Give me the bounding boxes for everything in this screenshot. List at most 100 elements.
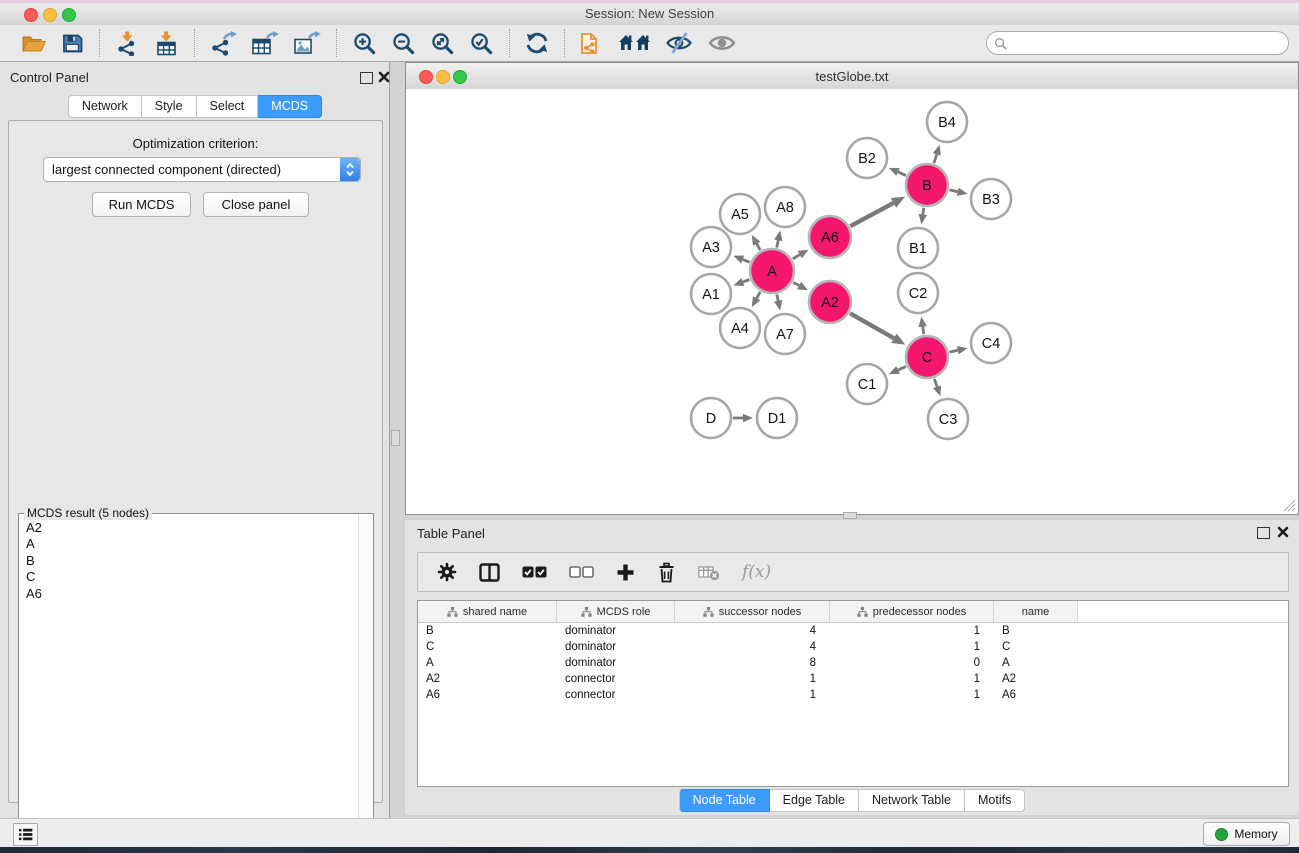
table-cell[interactable]: connector <box>557 687 675 703</box>
table-cell[interactable]: 1 <box>830 687 994 703</box>
network-window-titlebar[interactable]: testGlobe.txt <box>406 63 1298 90</box>
graph-edge-C-C2[interactable] <box>923 327 924 335</box>
delete-icon[interactable] <box>657 562 676 583</box>
column-header-successor-nodes[interactable]: successor nodes <box>675 601 830 622</box>
table-row[interactable]: A2connector11A2 <box>418 671 1288 687</box>
table-cell[interactable]: 4 <box>675 639 830 655</box>
table-cell[interactable]: A2 <box>994 671 1078 687</box>
table-cell[interactable]: 0 <box>830 655 994 671</box>
graph-node-A5[interactable]: A5 <box>720 194 760 234</box>
zoom-out-icon[interactable] <box>391 31 416 56</box>
graph-node-D[interactable]: D <box>691 398 731 438</box>
network-canvas[interactable]: B4B2BB3A5A8A6A3B1AA1C2A2A4A7C4CC1C3DD1 <box>406 89 1298 514</box>
graph-edge-A-A2[interactable] <box>793 282 799 285</box>
table-cell[interactable]: A6 <box>994 687 1078 703</box>
graph-node-D1[interactable]: D1 <box>757 398 797 438</box>
table-cell[interactable]: dominator <box>557 655 675 671</box>
search-field[interactable] <box>986 31 1289 55</box>
import-network-icon[interactable] <box>115 31 140 56</box>
table-settings-icon[interactable] <box>437 562 457 582</box>
graph-node-A6[interactable]: A6 <box>809 216 851 258</box>
graph-node-B2[interactable]: B2 <box>847 138 887 178</box>
table-cell[interactable]: B <box>994 623 1078 639</box>
graph-node-A7[interactable]: A7 <box>765 314 805 354</box>
graph-node-A3[interactable]: A3 <box>691 227 731 267</box>
tab-mcds[interactable]: MCDS <box>258 95 322 118</box>
graph-edge-C-C1[interactable] <box>898 366 906 370</box>
result-item[interactable]: B <box>26 553 359 569</box>
close-panel-icon[interactable] <box>378 71 390 83</box>
table-cell[interactable]: dominator <box>557 623 675 639</box>
function-builder-icon[interactable]: f(x) <box>742 562 771 582</box>
window-titlebar[interactable]: Session: New Session <box>0 3 1299 26</box>
graph-node-A8[interactable]: A8 <box>765 187 805 227</box>
show-column-icon[interactable] <box>479 563 500 582</box>
zoom-selected-region-icon[interactable] <box>469 31 494 56</box>
table-row[interactable]: Adominator80A <box>418 655 1288 671</box>
refresh-network-view-icon[interactable] <box>525 31 549 55</box>
memory-button[interactable]: Memory <box>1203 822 1290 846</box>
search-input[interactable] <box>1011 34 1288 52</box>
graph-edge-B-B1[interactable] <box>923 208 924 215</box>
export-network-icon[interactable] <box>210 31 237 56</box>
horizontal-divider-handle[interactable] <box>843 512 857 519</box>
delete-table-icon[interactable] <box>698 563 720 581</box>
graph-edge-A-A5[interactable] <box>757 244 761 250</box>
column-header-predecessor-nodes[interactable]: predecessor nodes <box>830 601 994 622</box>
create-network-from-file-icon[interactable] <box>580 30 604 57</box>
column-header-mcds-role[interactable]: MCDS role <box>557 601 675 622</box>
tab-motifs[interactable]: Motifs <box>965 789 1025 812</box>
graph-edge-B-B3[interactable] <box>949 190 957 192</box>
result-item[interactable]: A6 <box>26 586 359 602</box>
tab-select[interactable]: Select <box>197 95 259 118</box>
tab-node-table[interactable]: Node Table <box>679 789 770 812</box>
deselect-all-icon[interactable] <box>569 566 594 578</box>
graph-edge-C-C3[interactable] <box>934 379 937 387</box>
table-cell[interactable]: A6 <box>418 687 557 703</box>
graph-node-B3[interactable]: B3 <box>971 179 1011 219</box>
graph-edge-B-B2[interactable] <box>898 172 906 176</box>
table-cell[interactable]: 1 <box>675 687 830 703</box>
table-row[interactable]: Bdominator41B <box>418 623 1288 639</box>
table-row[interactable]: Cdominator41C <box>418 639 1288 655</box>
table-cell[interactable]: connector <box>557 671 675 687</box>
save-session-icon[interactable] <box>61 32 84 55</box>
graph-edge-A-A6[interactable] <box>793 255 800 259</box>
select-all-icon[interactable] <box>522 566 547 578</box>
table-cell[interactable]: dominator <box>557 639 675 655</box>
tab-network-table[interactable]: Network Table <box>859 789 965 812</box>
graph-edge-A-A3[interactable] <box>743 259 750 262</box>
graph-node-A2[interactable]: A2 <box>809 281 851 323</box>
graph-edge-A6-B[interactable] <box>850 203 893 226</box>
add-row-icon[interactable] <box>616 563 635 582</box>
export-table-icon[interactable] <box>251 31 279 56</box>
table-cell[interactable]: 1 <box>830 639 994 655</box>
table-cell[interactable]: A2 <box>418 671 557 687</box>
zoom-in-icon[interactable] <box>352 31 377 56</box>
task-history-button[interactable] <box>13 823 38 846</box>
open-file-icon[interactable] <box>21 32 47 55</box>
table-cell[interactable]: A <box>418 655 557 671</box>
float-table-panel-icon[interactable] <box>1257 527 1270 539</box>
show-graphics-details-icon[interactable] <box>707 31 737 55</box>
graph-edge-A-A1[interactable] <box>743 279 750 282</box>
column-header-name[interactable]: name <box>994 601 1078 622</box>
graph-node-C4[interactable]: C4 <box>971 323 1011 363</box>
graph-node-B4[interactable]: B4 <box>927 102 967 142</box>
graph-edge-A-A7[interactable] <box>777 295 778 301</box>
graph-node-A1[interactable]: A1 <box>691 274 731 314</box>
close-panel-button[interactable]: Close panel <box>203 192 309 217</box>
column-header-shared-name[interactable]: shared name <box>418 601 557 622</box>
tab-network[interactable]: Network <box>68 95 142 118</box>
graph-edge-B-B4[interactable] <box>934 154 937 163</box>
table-cell[interactable]: C <box>994 639 1078 655</box>
table-cell[interactable]: 8 <box>675 655 830 671</box>
table-cell[interactable]: 1 <box>675 671 830 687</box>
table-row[interactable]: A6connector11A6 <box>418 687 1288 703</box>
graph-node-A[interactable]: A <box>750 249 794 293</box>
close-table-panel-icon[interactable] <box>1277 526 1289 538</box>
graph-edge-C-C4[interactable] <box>949 350 957 352</box>
run-mcds-button[interactable]: Run MCDS <box>92 192 191 217</box>
graph-node-C1[interactable]: C1 <box>847 364 887 404</box>
result-item[interactable]: A <box>26 536 359 552</box>
